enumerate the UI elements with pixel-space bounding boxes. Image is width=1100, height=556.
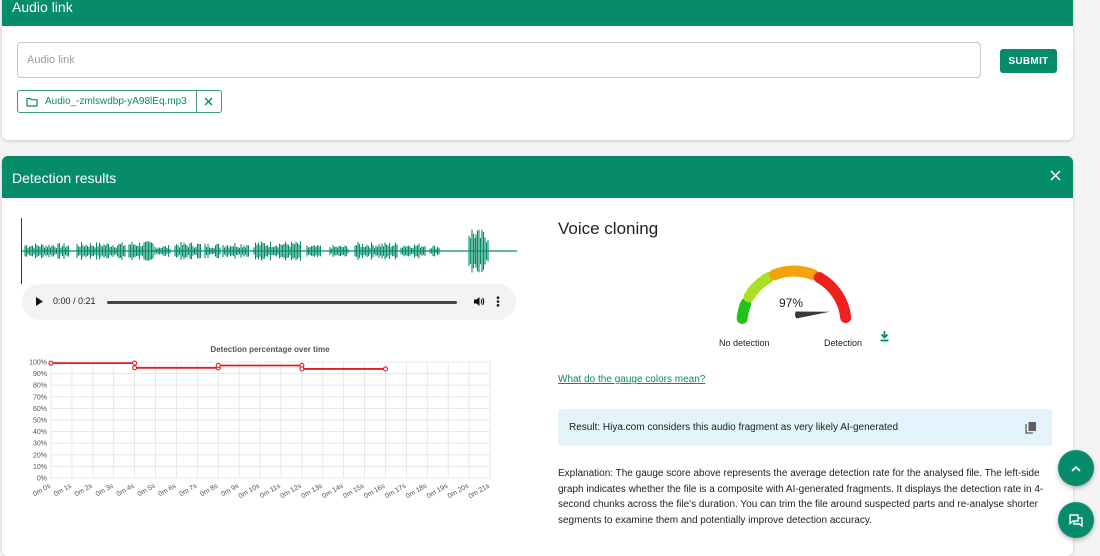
x-tick-label: 0m 15s — [342, 482, 366, 500]
player-time: 0:00 / 0:21 — [53, 296, 96, 306]
gauge-percentage: 97% — [779, 296, 804, 310]
x-tick-label: 0m 21s — [468, 482, 492, 500]
x-tick-label: 0m 1s — [53, 482, 73, 498]
detection-results-header: Detection results — [2, 156, 1073, 198]
detection-data-point — [132, 360, 138, 366]
more-options-icon[interactable] — [496, 296, 500, 307]
gauge-needle — [794, 311, 830, 319]
detection-data-point — [215, 362, 221, 369]
audio-link-header: Audio link — [2, 0, 1073, 26]
gauge-label-no-detection: No detection — [719, 338, 770, 348]
audio-link-card: Audio link SUBMIT Audio_-zmlswdbp-yA98lE… — [2, 0, 1073, 140]
y-tick-label: 80% — [33, 383, 47, 390]
x-tick-label: 0m 19s — [426, 482, 450, 500]
detection-data-point — [132, 365, 138, 371]
play-icon[interactable] — [35, 296, 44, 307]
gauge-segment-2 — [743, 272, 775, 303]
x-tick-label: 0m 5s — [137, 482, 157, 498]
x-tick-label: 0m 8s — [199, 482, 219, 498]
gauge-segment-1 — [736, 298, 752, 324]
x-tick-label: 0m 16s — [363, 482, 387, 500]
remove-file-button[interactable] — [197, 91, 221, 112]
detection-results-title: Detection results — [12, 170, 117, 186]
file-chip-main[interactable]: Audio_-zmlswdbp-yA98lEq.mp3 — [18, 91, 197, 112]
x-tick-label: 0m 7s — [178, 482, 198, 498]
y-tick-label: 100% — [29, 360, 47, 367]
y-tick-label: 0% — [37, 476, 47, 483]
x-tick-label: 0m 18s — [405, 482, 429, 500]
detection-data-point — [299, 366, 305, 372]
x-tick-label: 0m 17s — [384, 482, 408, 500]
voice-cloning-title: Voice cloning — [558, 219, 659, 238]
file-name: Audio_-zmlswdbp-yA98lEq.mp3 — [45, 96, 187, 107]
close-icon — [204, 97, 213, 106]
result-text: Result: Hiya.com considers this audio fr… — [569, 422, 899, 433]
submit-button[interactable]: SUBMIT — [1000, 49, 1057, 73]
explanation-text: Explanation: The gauge score above repre… — [558, 468, 1044, 526]
x-tick-label: 0m 9s — [220, 482, 240, 498]
gauge-segment-4 — [813, 272, 852, 324]
copy-icon[interactable] — [1025, 421, 1037, 434]
x-tick-label: 0m 10s — [238, 482, 262, 500]
player-progress-track[interactable] — [107, 301, 457, 304]
detection-results-card: Detection results 0:00 / 0:21 Detection … — [2, 156, 1073, 556]
folder-icon — [26, 97, 38, 107]
result-box: Result: Hiya.com considers this audio fr… — [558, 409, 1052, 446]
audio-player: 0:00 / 0:21 — [22, 284, 516, 320]
x-tick-label: 0m 4s — [116, 482, 136, 498]
y-tick-label: 30% — [33, 441, 47, 448]
audio-link-input[interactable] — [17, 42, 981, 78]
x-tick-label: 0m 11s — [259, 482, 282, 500]
x-tick-label: 0m 12s — [279, 482, 303, 500]
chevron-up-icon — [1071, 465, 1081, 472]
y-tick-label: 90% — [33, 371, 47, 378]
gauge-label-detection: Detection — [824, 338, 863, 348]
x-tick-label: 0m 3s — [95, 482, 115, 498]
y-tick-label: 40% — [33, 429, 47, 436]
detection-gauge — [736, 265, 852, 324]
download-icon[interactable] — [879, 330, 890, 342]
gauge-colors-link[interactable]: What do the gauge colors mean? — [558, 374, 705, 385]
audio-waveform[interactable] — [21, 218, 518, 284]
detection-chart: Detection percentage over time 0% 10% 20% 3… — [29, 345, 492, 500]
chart-title: Detection percentage over time — [210, 345, 330, 354]
x-tick-label: 0m 20s — [447, 482, 471, 500]
volume-icon[interactable] — [473, 296, 485, 307]
file-chip: Audio_-zmlswdbp-yA98lEq.mp3 — [17, 90, 222, 113]
y-tick-label: 70% — [33, 394, 47, 401]
audio-link-title: Audio link — [12, 0, 73, 15]
x-tick-label: 0m 2s — [74, 482, 94, 498]
chat-icon — [1069, 513, 1083, 527]
waveform-bars — [22, 229, 517, 273]
x-tick-label: 0m 13s — [300, 482, 324, 500]
x-tick-label: 0m 0s — [32, 482, 52, 498]
gauge-segments — [736, 265, 852, 324]
y-tick-label: 50% — [33, 418, 47, 425]
y-tick-label: 10% — [33, 464, 47, 471]
y-tick-label: 60% — [33, 406, 47, 413]
detection-data-point — [48, 360, 54, 366]
x-tick-label: 0m 6s — [157, 482, 177, 498]
detection-data-point — [382, 366, 389, 372]
close-results-icon[interactable] — [1050, 170, 1061, 181]
gauge-segment-3 — [769, 265, 819, 281]
x-tick-label: 0m 14s — [321, 482, 345, 500]
y-tick-label: 20% — [33, 452, 47, 459]
chat-button[interactable] — [1058, 502, 1094, 538]
scroll-top-button[interactable] — [1058, 450, 1094, 486]
